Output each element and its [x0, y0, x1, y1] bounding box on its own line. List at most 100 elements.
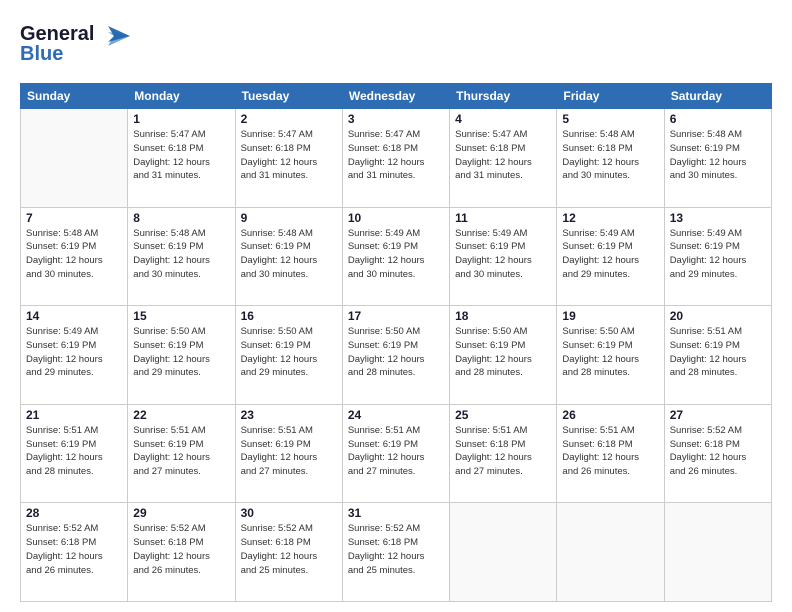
col-friday: Friday [557, 84, 664, 109]
day-number: 4 [455, 112, 551, 126]
day-number: 8 [133, 211, 229, 225]
day-number: 31 [348, 506, 444, 520]
calendar-cell: 1 Sunrise: 5:47 AMSunset: 6:18 PMDaylight… [128, 109, 235, 208]
day-info: Sunrise: 5:47 AMSunset: 6:18 PMDaylight:… [133, 128, 229, 183]
day-number: 3 [348, 112, 444, 126]
day-number: 1 [133, 112, 229, 126]
day-number: 14 [26, 309, 122, 323]
day-info: Sunrise: 5:47 AMSunset: 6:18 PMDaylight:… [241, 128, 337, 183]
day-number: 16 [241, 309, 337, 323]
calendar-header-row: Sunday Monday Tuesday Wednesday Thursday… [21, 84, 772, 109]
calendar-cell: 19 Sunrise: 5:50 AMSunset: 6:19 PMDayligh… [557, 306, 664, 405]
day-info: Sunrise: 5:48 AMSunset: 6:19 PMDaylight:… [133, 227, 229, 282]
day-number: 17 [348, 309, 444, 323]
day-info: Sunrise: 5:50 AMSunset: 6:19 PMDaylight:… [348, 325, 444, 380]
day-number: 15 [133, 309, 229, 323]
day-info: Sunrise: 5:48 AMSunset: 6:19 PMDaylight:… [241, 227, 337, 282]
day-info: Sunrise: 5:47 AMSunset: 6:18 PMDaylight:… [455, 128, 551, 183]
day-info: Sunrise: 5:49 AMSunset: 6:19 PMDaylight:… [562, 227, 658, 282]
day-info: Sunrise: 5:51 AMSunset: 6:18 PMDaylight:… [455, 424, 551, 479]
calendar-cell: 13 Sunrise: 5:49 AMSunset: 6:19 PMDayligh… [664, 207, 771, 306]
day-number: 29 [133, 506, 229, 520]
calendar-cell: 10Sunrise: 5:49 AMSunset: 6:19 PMDayligh… [342, 207, 449, 306]
day-number: 6 [670, 112, 766, 126]
calendar-week-row: 21 Sunrise: 5:51 AMSunset: 6:19 PMDayligh… [21, 404, 772, 503]
calendar-week-row: 7 Sunrise: 5:48 AMSunset: 6:19 PMDaylight… [21, 207, 772, 306]
day-number: 21 [26, 408, 122, 422]
col-thursday: Thursday [450, 84, 557, 109]
page: General Blue Sunday Monday Tuesday Wedne… [0, 0, 792, 612]
logo-text: General Blue [20, 18, 130, 73]
calendar-cell [450, 503, 557, 602]
calendar-cell: 27Sunrise: 5:52 AMSunset: 6:18 PMDayligh… [664, 404, 771, 503]
day-info: Sunrise: 5:51 AMSunset: 6:19 PMDaylight:… [348, 424, 444, 479]
day-info: Sunrise: 5:52 AMSunset: 6:18 PMDaylight:… [241, 522, 337, 577]
calendar-cell: 29Sunrise: 5:52 AMSunset: 6:18 PMDayligh… [128, 503, 235, 602]
col-sunday: Sunday [21, 84, 128, 109]
day-info: Sunrise: 5:50 AMSunset: 6:19 PMDaylight:… [455, 325, 551, 380]
col-monday: Monday [128, 84, 235, 109]
calendar-cell: 6Sunrise: 5:48 AMSunset: 6:19 PMDaylight… [664, 109, 771, 208]
day-number: 20 [670, 309, 766, 323]
day-info: Sunrise: 5:50 AMSunset: 6:19 PMDaylight:… [562, 325, 658, 380]
day-number: 12 [562, 211, 658, 225]
day-info: Sunrise: 5:48 AMSunset: 6:19 PMDaylight:… [26, 227, 122, 282]
calendar-table: Sunday Monday Tuesday Wednesday Thursday… [20, 83, 772, 602]
day-number: 11 [455, 211, 551, 225]
day-number: 10 [348, 211, 444, 225]
calendar-cell: 24 Sunrise: 5:51 AMSunset: 6:19 PMDayligh… [342, 404, 449, 503]
calendar-cell: 15 Sunrise: 5:50 AMSunset: 6:19 PMDayligh… [128, 306, 235, 405]
logo: General Blue [20, 18, 130, 73]
calendar-cell: 21Sunrise: 5:51 AMSunset: 6:19 PMDayligh… [21, 404, 128, 503]
day-info: Sunrise: 5:50 AMSunset: 6:19 PMDaylight:… [241, 325, 337, 380]
calendar-cell: 17 Sunrise: 5:50 AMSunset: 6:19 PMDayligh… [342, 306, 449, 405]
svg-text:Blue: Blue [20, 43, 63, 65]
calendar-cell: 14 Sunrise: 5:49 AMSunset: 6:19 PMDayligh… [21, 306, 128, 405]
calendar-cell [21, 109, 128, 208]
day-number: 19 [562, 309, 658, 323]
day-info: Sunrise: 5:49 AMSunset: 6:19 PMDaylight:… [670, 227, 766, 282]
day-info: Sunrise: 5:52 AMSunset: 6:18 PMDaylight:… [348, 522, 444, 577]
calendar-week-row: 1 Sunrise: 5:47 AMSunset: 6:18 PMDaylight… [21, 109, 772, 208]
day-number: 13 [670, 211, 766, 225]
day-number: 7 [26, 211, 122, 225]
day-number: 23 [241, 408, 337, 422]
calendar-cell: 18 Sunrise: 5:50 AMSunset: 6:19 PMDayligh… [450, 306, 557, 405]
day-number: 28 [26, 506, 122, 520]
day-number: 25 [455, 408, 551, 422]
day-number: 30 [241, 506, 337, 520]
calendar-cell: 28 Sunrise: 5:52 AMSunset: 6:18 PMDayligh… [21, 503, 128, 602]
day-info: Sunrise: 5:50 AMSunset: 6:19 PMDaylight:… [133, 325, 229, 380]
day-number: 5 [562, 112, 658, 126]
day-number: 2 [241, 112, 337, 126]
calendar-cell: 23Sunrise: 5:51 AMSunset: 6:19 PMDayligh… [235, 404, 342, 503]
day-number: 22 [133, 408, 229, 422]
calendar-cell: 3 Sunrise: 5:47 AMSunset: 6:18 PMDaylight… [342, 109, 449, 208]
day-info: Sunrise: 5:47 AMSunset: 6:18 PMDaylight:… [348, 128, 444, 183]
calendar-cell: 25 Sunrise: 5:51 AMSunset: 6:18 PMDayligh… [450, 404, 557, 503]
calendar-cell: 12 Sunrise: 5:49 AMSunset: 6:19 PMDayligh… [557, 207, 664, 306]
calendar-cell [664, 503, 771, 602]
col-saturday: Saturday [664, 84, 771, 109]
day-info: Sunrise: 5:51 AMSunset: 6:19 PMDaylight:… [133, 424, 229, 479]
day-info: Sunrise: 5:48 AMSunset: 6:18 PMDaylight:… [562, 128, 658, 183]
day-info: Sunrise: 5:49 AMSunset: 6:19 PMDaylight:… [26, 325, 122, 380]
calendar-week-row: 28 Sunrise: 5:52 AMSunset: 6:18 PMDayligh… [21, 503, 772, 602]
calendar-cell: 9 Sunrise: 5:48 AMSunset: 6:19 PMDaylight… [235, 207, 342, 306]
col-tuesday: Tuesday [235, 84, 342, 109]
day-number: 9 [241, 211, 337, 225]
calendar-cell: 30 Sunrise: 5:52 AMSunset: 6:18 PMDayligh… [235, 503, 342, 602]
day-number: 24 [348, 408, 444, 422]
day-number: 18 [455, 309, 551, 323]
day-number: 27 [670, 408, 766, 422]
col-wednesday: Wednesday [342, 84, 449, 109]
day-info: Sunrise: 5:51 AMSunset: 6:19 PMDaylight:… [670, 325, 766, 380]
calendar-cell: 26Sunrise: 5:51 AMSunset: 6:18 PMDayligh… [557, 404, 664, 503]
header: General Blue [20, 18, 772, 73]
calendar-cell: 20 Sunrise: 5:51 AMSunset: 6:19 PMDayligh… [664, 306, 771, 405]
calendar-cell: 2 Sunrise: 5:47 AMSunset: 6:18 PMDaylight… [235, 109, 342, 208]
calendar-cell: 11Sunrise: 5:49 AMSunset: 6:19 PMDayligh… [450, 207, 557, 306]
calendar-cell: 7 Sunrise: 5:48 AMSunset: 6:19 PMDaylight… [21, 207, 128, 306]
calendar-week-row: 14 Sunrise: 5:49 AMSunset: 6:19 PMDayligh… [21, 306, 772, 405]
day-info: Sunrise: 5:52 AMSunset: 6:18 PMDaylight:… [26, 522, 122, 577]
